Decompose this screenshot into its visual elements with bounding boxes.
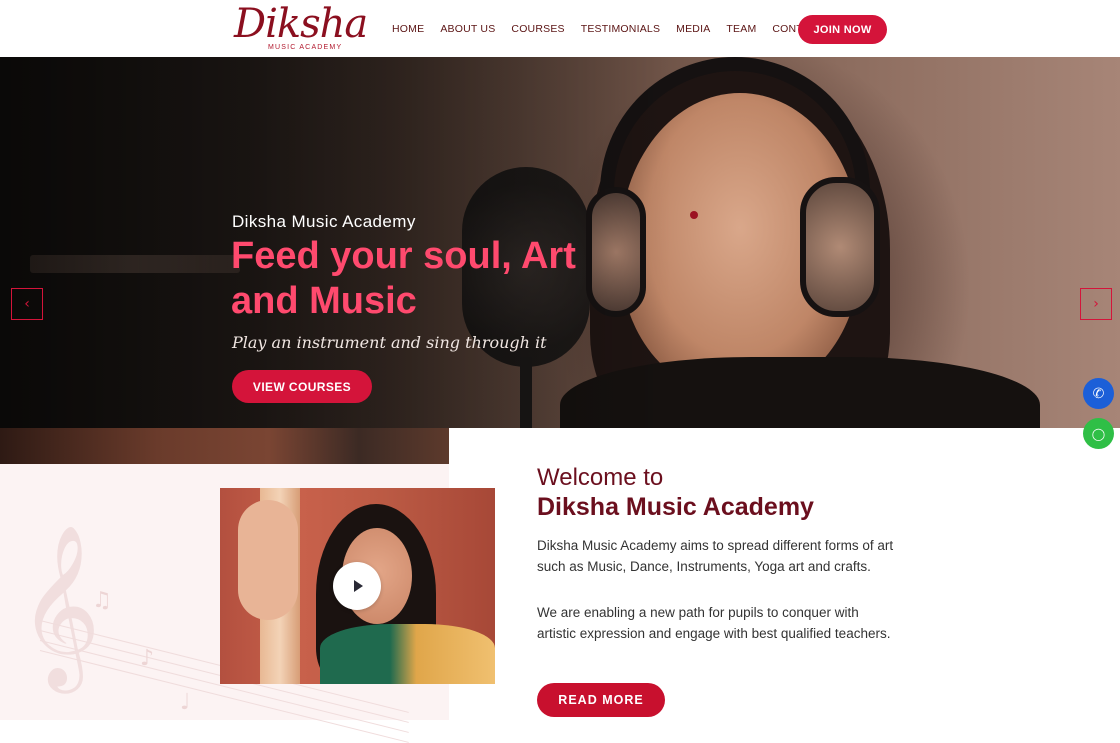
- welcome-paragraph: Diksha Music Academy aims to spread diff…: [537, 538, 894, 574]
- phone-icon: ✆: [1092, 385, 1105, 402]
- decorative-strip: [0, 428, 449, 464]
- slider-prev-button[interactable]: ‹: [11, 288, 43, 320]
- hero-tagline: Play an instrument and sing through it: [232, 333, 547, 352]
- logo-script: Diksha: [234, 1, 368, 47]
- play-icon: [354, 580, 363, 592]
- whatsapp-icon: ◯: [1091, 426, 1106, 441]
- play-video-button[interactable]: [333, 562, 381, 610]
- music-note-icon: ♫: [92, 588, 112, 613]
- call-button[interactable]: ✆: [1083, 378, 1114, 409]
- whatsapp-button[interactable]: ◯: [1083, 418, 1114, 449]
- logo[interactable]: Diksha MUSIC ACADEMY: [234, 2, 368, 54]
- nav-media[interactable]: MEDIA: [668, 23, 718, 35]
- hero-title: Feed your soul, Art and Music: [231, 235, 576, 322]
- read-more-button[interactable]: READ MORE: [537, 683, 665, 717]
- chevron-right-icon: ›: [1093, 296, 1099, 312]
- logo-subtitle: MUSIC ACADEMY: [268, 44, 343, 51]
- music-note-icon: ♩: [180, 690, 191, 715]
- nav-about-us[interactable]: ABOUT US: [432, 23, 503, 35]
- welcome-paragraph: We are enabling a new path for pupils to…: [537, 605, 891, 641]
- view-courses-button[interactable]: VIEW COURSES: [232, 370, 372, 403]
- welcome-academy-name: Diksha Music Academy: [537, 493, 814, 521]
- nav-testimonials[interactable]: TESTIMONIALS: [573, 23, 668, 35]
- thumbnail-hand: [238, 500, 298, 620]
- join-now-button[interactable]: JOIN NOW: [798, 15, 887, 44]
- slider-next-button[interactable]: ›: [1080, 288, 1112, 320]
- site-header: Diksha MUSIC ACADEMY HOME ABOUT US COURS…: [0, 0, 1120, 57]
- chevron-left-icon: ‹: [24, 296, 30, 312]
- thumbnail-saree: [320, 624, 495, 684]
- nav-team[interactable]: TEAM: [718, 23, 764, 35]
- hero-subtitle: Diksha Music Academy: [232, 212, 416, 231]
- main-nav: HOME ABOUT US COURSES TESTIMONIALS MEDIA…: [384, 0, 850, 57]
- nav-home[interactable]: HOME: [384, 23, 432, 35]
- welcome-heading: Welcome to: [537, 464, 664, 491]
- nav-courses[interactable]: COURSES: [503, 23, 572, 35]
- music-note-icon: ♪: [140, 646, 155, 671]
